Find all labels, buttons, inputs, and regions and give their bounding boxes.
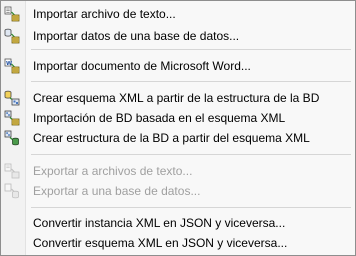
db-from-schema-icon: [4, 130, 19, 146]
menu-item-label: Importar documento de Microsoft Word...: [33, 59, 251, 73]
menu-item-import-text[interactable]: Importar archivo de texto...: [1, 3, 355, 25]
convert-menu: Importar archivo de texto... Importar da…: [0, 0, 356, 256]
import-text-icon: [4, 6, 20, 22]
menu-item-label: Exportar a archivos de texto...: [33, 164, 193, 178]
menu-item-label: Importar datos de una base de datos...: [33, 29, 240, 43]
menu-item-db-import-based-on-schema[interactable]: Importación de BD basada en el esquema X…: [1, 107, 355, 129]
menu-item-label: Convertir esquema XML en JSON y vicevers…: [33, 236, 288, 250]
menu-item-label: Exportar a una base de datos...: [33, 184, 201, 198]
menu-item-label: Convertir instancia XML en JSON y viceve…: [33, 216, 286, 230]
svg-text:W: W: [6, 61, 12, 67]
menu-item-label: Importación de BD basada en el esquema X…: [33, 111, 286, 125]
menu-separator: [31, 49, 351, 50]
menu-item-export-text: Exportar a archivos de texto...: [1, 160, 355, 182]
menu-item-label: Crear esquema XML a partir de la estruct…: [33, 91, 320, 105]
schema-from-db-icon: [4, 90, 20, 106]
menu-item-label: Crear estructura de la BD a partir del e…: [33, 131, 310, 145]
menu-item-import-word[interactable]: W Importar documento de Microsoft Word..…: [1, 55, 355, 77]
menu-item-create-schema-from-db[interactable]: Crear esquema XML a partir de la estruct…: [1, 87, 355, 109]
import-word-icon: W: [4, 58, 20, 74]
menu-separator: [31, 154, 351, 155]
export-text-icon: [4, 163, 20, 179]
db-import-schema-icon: [4, 110, 20, 126]
menu-separator: [31, 81, 351, 82]
menu-item-convert-instance-json[interactable]: Convertir instancia XML en JSON y viceve…: [1, 212, 355, 234]
menu-item-create-db-from-schema[interactable]: Crear estructura de la BD a partir del e…: [1, 127, 355, 149]
menu-item-export-database: Exportar a una base de datos...: [1, 180, 355, 202]
menu-item-label: Importar archivo de texto...: [33, 7, 176, 21]
import-database-icon: [4, 28, 20, 44]
menu-item-convert-schema-json[interactable]: Convertir esquema XML en JSON y vicevers…: [1, 232, 355, 254]
menu-separator: [31, 207, 351, 208]
menu-item-import-database[interactable]: Importar datos de una base de datos...: [1, 25, 355, 47]
export-database-icon: [4, 183, 19, 199]
